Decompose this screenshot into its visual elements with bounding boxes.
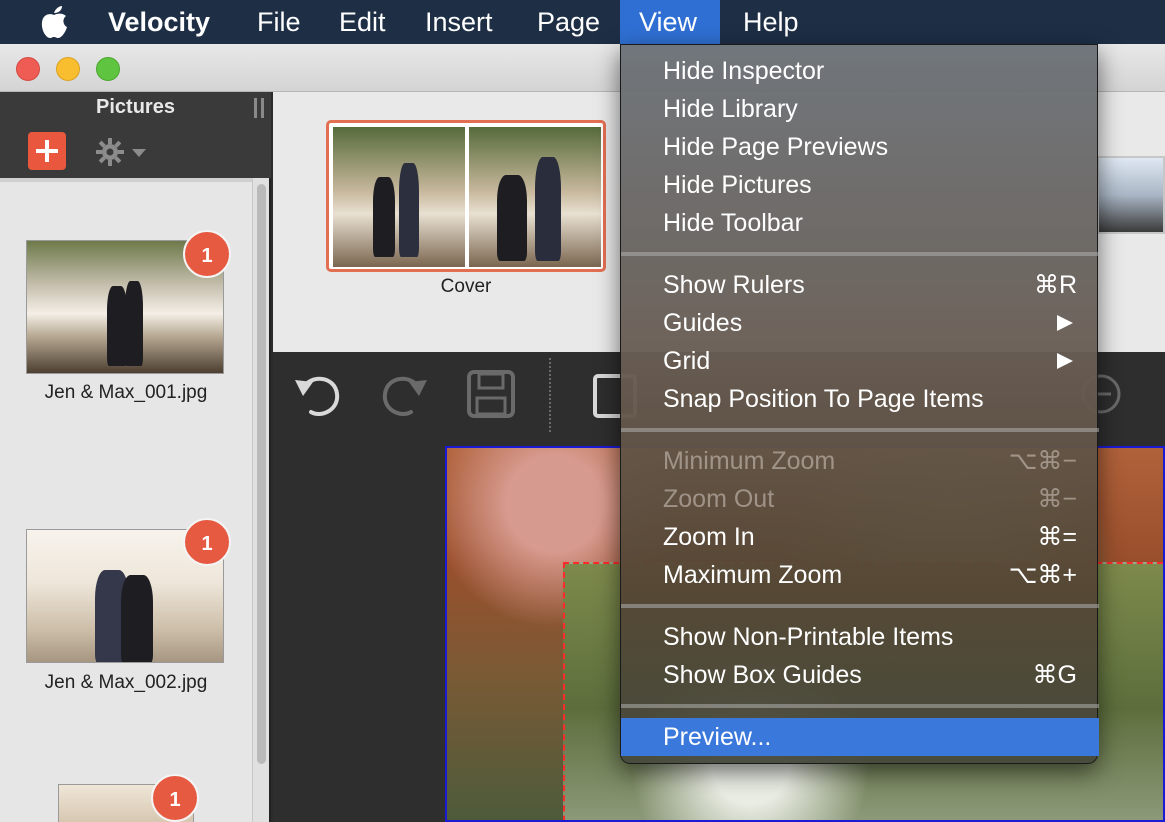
menu-item-zoom-in[interactable]: Zoom In ⌘= <box>621 518 1099 556</box>
menu-separator <box>621 252 1099 256</box>
usage-count-badge: 1 <box>183 230 231 278</box>
gear-icon[interactable] <box>94 136 150 168</box>
menu-app-velocity[interactable]: Velocity <box>89 0 229 44</box>
menu-item-show-box-guides[interactable]: Show Box Guides ⌘G <box>621 656 1099 694</box>
apple-icon[interactable] <box>38 5 70 39</box>
undo-icon[interactable] <box>289 366 345 422</box>
menu-item-label: Maximum Zoom <box>663 561 843 589</box>
view-menu-dropdown: Hide Inspector Hide Library Hide Page Pr… <box>620 44 1099 764</box>
menu-separator <box>621 604 1099 608</box>
menu-item-shortcut: ⌥⌘+ <box>1008 561 1077 589</box>
menu-item-zoom-out[interactable]: Zoom Out ⌘− <box>621 480 1099 518</box>
cover-page-label: Cover <box>440 276 492 297</box>
menu-item-preview[interactable]: Preview... <box>621 718 1099 756</box>
close-window-button[interactable] <box>16 57 40 81</box>
menu-item-shortcut: ⌘R <box>1033 271 1077 299</box>
menu-item-label: Minimum Zoom <box>663 447 836 475</box>
photo-subject <box>535 157 561 261</box>
menu-item-label: Zoom In <box>663 523 755 551</box>
photo-subject <box>399 163 419 257</box>
pictures-panel-header: Pictures <box>0 92 271 178</box>
submenu-arrow-icon <box>1057 315 1073 331</box>
pictures-scrollbar[interactable] <box>252 178 269 822</box>
menu-item-label: Snap Position To Page Items <box>663 385 984 413</box>
menu-insert[interactable]: Insert <box>406 0 512 44</box>
menu-item-label: Hide Pictures <box>663 171 812 199</box>
photo-subject <box>497 175 527 261</box>
menu-item-hide-pictures[interactable]: Hide Pictures <box>621 166 1099 204</box>
menu-item-label: Guides <box>663 309 743 337</box>
menu-bar: Velocity File Edit Insert Page View Help <box>0 0 1165 44</box>
add-picture-button[interactable] <box>28 132 66 170</box>
photo-subject <box>125 281 143 366</box>
menu-edit[interactable]: Edit <box>320 0 405 44</box>
photo-subject <box>121 575 153 662</box>
menu-item-show-rulers[interactable]: Show Rulers ⌘R <box>621 266 1099 304</box>
cover-right-page <box>469 127 601 267</box>
panel-resize-grip-icon[interactable] <box>254 98 264 118</box>
menu-item-label: Preview... <box>663 723 772 751</box>
menu-item-guides[interactable]: Guides <box>621 304 1099 342</box>
menu-item-shortcut: ⌘− <box>1037 485 1077 513</box>
pictures-scrollbar-thumb[interactable] <box>257 184 266 764</box>
menu-file[interactable]: File <box>238 0 320 44</box>
menu-item-minimum-zoom[interactable]: Minimum Zoom ⌥⌘− <box>621 442 1099 480</box>
cover-page-preview[interactable] <box>326 120 606 272</box>
menu-item-shortcut: ⌥⌘− <box>1008 447 1077 475</box>
menu-item-label: Show Rulers <box>663 271 805 299</box>
menu-item-label: Show Non-Printable Items <box>663 623 954 651</box>
menu-item-hide-inspector[interactable]: Hide Inspector <box>621 52 1099 90</box>
menu-item-label: Grid <box>663 347 711 375</box>
pictures-panel-title: Pictures <box>96 96 175 118</box>
menu-view[interactable]: View <box>620 0 720 44</box>
menu-help[interactable]: Help <box>724 0 818 44</box>
usage-count-badge: 1 <box>151 774 199 822</box>
menu-item-label: Show Box Guides <box>663 661 862 689</box>
menu-item-label: Hide Library <box>663 95 798 123</box>
page-preview[interactable] <box>1097 156 1165 234</box>
menu-item-grid[interactable]: Grid <box>621 342 1099 380</box>
picture-filename: Jen & Max_001.jpg <box>44 382 208 403</box>
menu-separator <box>621 704 1099 708</box>
save-icon[interactable] <box>463 366 519 422</box>
zoom-window-button[interactable] <box>96 57 120 81</box>
photo-subject <box>107 286 127 366</box>
menu-page[interactable]: Page <box>518 0 619 44</box>
submenu-arrow-icon <box>1057 353 1073 369</box>
menu-item-hide-toolbar[interactable]: Hide Toolbar <box>621 204 1099 242</box>
menu-item-label: Hide Page Previews <box>663 133 889 161</box>
toolbar-separator <box>549 358 551 432</box>
menu-item-show-non-printable[interactable]: Show Non-Printable Items <box>621 618 1099 656</box>
picture-filename: Jen & Max_002.jpg <box>44 672 208 693</box>
redo-icon[interactable] <box>377 366 433 422</box>
menu-item-maximum-zoom[interactable]: Maximum Zoom ⌥⌘+ <box>621 556 1099 594</box>
menu-separator <box>621 428 1099 432</box>
menu-item-shortcut: ⌘G <box>1032 661 1077 689</box>
menu-item-hide-library[interactable]: Hide Library <box>621 90 1099 128</box>
pictures-panel: Pictures Jen & Max_001.jpg Jen & Max_002… <box>0 92 271 822</box>
cover-left-page <box>333 127 465 267</box>
pictures-list[interactable]: Jen & Max_001.jpg Jen & Max_002.jpg 1 1 … <box>0 178 252 822</box>
menu-item-label: Hide Inspector <box>663 57 825 85</box>
usage-count-badge: 1 <box>183 518 231 566</box>
photo-subject <box>373 177 395 257</box>
menu-item-shortcut: ⌘= <box>1037 523 1077 551</box>
menu-item-label: Zoom Out <box>663 485 775 513</box>
menu-item-label: Hide Toolbar <box>663 209 803 237</box>
minimize-window-button[interactable] <box>56 57 80 81</box>
menu-item-hide-page-previews[interactable]: Hide Page Previews <box>621 128 1099 166</box>
menu-item-snap-position[interactable]: Snap Position To Page Items <box>621 380 1099 418</box>
